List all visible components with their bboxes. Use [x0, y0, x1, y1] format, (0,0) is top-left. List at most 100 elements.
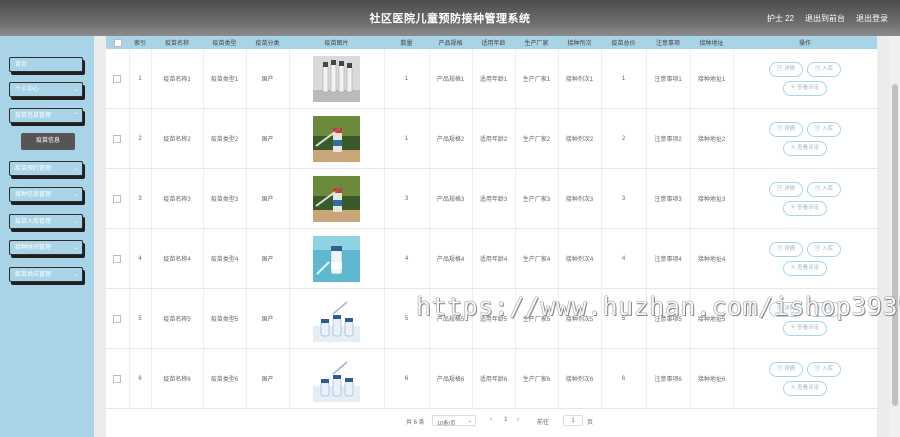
sidebar-item-home[interactable]: 首页 — [9, 57, 83, 72]
back-to-front-link[interactable]: 退出到前台 — [805, 13, 845, 24]
checkbox[interactable] — [113, 134, 122, 143]
sidebar-item-vaccination-manage[interactable]: 接种信息管理 ⌄ — [9, 187, 83, 202]
pagination-total: 共 6 条 — [406, 420, 425, 426]
checkbox[interactable] — [113, 254, 122, 263]
cell-type: 疫苗类型2 — [203, 108, 247, 169]
cell-category: 国产 — [246, 348, 290, 409]
stock-label: 入库 — [822, 245, 834, 252]
stock-label: 入库 — [822, 185, 834, 192]
checkbox[interactable] — [113, 374, 122, 383]
sidebar-item-appointment-manage[interactable]: 疫苗预约管理 ⌄ — [9, 161, 83, 176]
stock-label: 入库 — [822, 365, 834, 372]
cell-qty: 1 — [384, 108, 430, 169]
row-actions: ▤ 详情 ▤ 入库 ✎ 查看评论 — [733, 168, 878, 229]
table-row: 6 疫苗名称6 疫苗类型6 国产 6 产品规格6 适用年龄6 生产厂家6 接种剂次6 6 注意事项6… — [106, 348, 878, 409]
sidebar: 首页 个人中心 ⌄ 疫苗信息管理 ⌃ 疫苗信息 疫苗预约管理 ⌄ 接种信息管理 … — [0, 36, 94, 437]
view-reviews-button[interactable]: ✎ 查看评论 — [782, 380, 828, 396]
sidebar-item-personal-center[interactable]: 个人中心 ⌄ — [9, 82, 83, 97]
logout-link[interactable]: 退出登录 — [856, 13, 888, 24]
view-reviews-button[interactable]: ✎ 查看评论 — [782, 140, 828, 156]
checkbox[interactable] — [113, 314, 122, 323]
detail-button[interactable]: ▤ 详情 — [768, 361, 803, 377]
cell-dose: 接种剂次4 — [558, 228, 602, 289]
review-label: 查看评论 — [797, 84, 820, 91]
review-label: 查看评论 — [797, 264, 820, 271]
row-select-cell[interactable] — [106, 108, 130, 169]
table-row: 1 疫苗名称1 疫苗类型1 国产 1 产品规格1 适用年龄1 生产厂家1 接种剂次1 1 注意事项1… — [106, 49, 878, 109]
sidebar-item-vaccine-info-manage[interactable]: 疫苗信息管理 ⌃ — [9, 108, 83, 123]
sidebar-item-label: 个人中心 — [15, 87, 40, 93]
next-page-button[interactable]: › — [517, 417, 519, 423]
chevron-down-icon: ⌄ — [72, 166, 78, 172]
cell-name: 疫苗名称2 — [151, 108, 204, 169]
sidebar-item-label: 疫苗预约管理 — [15, 166, 52, 172]
checkbox[interactable] — [113, 74, 122, 83]
page-size-select[interactable]: 10条/页 ⌄ — [432, 415, 476, 427]
cell-index: 4 — [129, 228, 152, 289]
table-header-row: 索引 疫苗名称 疫苗类型 疫苗分类 疫苗图片 数量 产品规格 适用年龄 生产厂家… — [106, 36, 877, 49]
checkbox[interactable] — [113, 194, 122, 203]
sidebar-item-stock-manage[interactable]: 疫苗入库管理 ⌄ — [9, 214, 83, 229]
table-row: 4 疫苗名称4 疫苗类型4 国产 4 产品规格4 适用年龄4 生产厂家4 接种剂次4 4 注意事项4… — [106, 228, 878, 289]
sidebar-item-label: 首页 — [15, 62, 28, 68]
row-select-cell[interactable] — [106, 288, 130, 349]
page-number-current[interactable]: 1 — [504, 417, 507, 423]
vaccine-image — [313, 55, 360, 102]
page-size-value: 10条/页 — [437, 421, 456, 427]
list-icon: ▤ — [815, 125, 823, 132]
column-header: 接种剂次 — [558, 36, 601, 49]
cell-maker: 生产厂家2 — [515, 108, 559, 169]
detail-button[interactable]: ▤ 详情 — [768, 121, 803, 137]
stock-in-button[interactable]: ▤ 入库 — [807, 181, 842, 197]
view-reviews-button[interactable]: ✎ 查看评论 — [782, 320, 828, 336]
cell-age: 适用年龄2 — [472, 108, 516, 169]
main-content: 索引 疫苗名称 疫苗类型 疫苗分类 疫苗图片 数量 产品规格 适用年龄 生产厂家… — [94, 36, 900, 437]
cell-price: 6 — [601, 348, 647, 409]
detail-label: 详情 — [783, 245, 795, 252]
list-icon: ▤ — [776, 245, 784, 252]
sidebar-item-supply-manage[interactable]: 疫苗供应管理 ⌄ — [9, 267, 83, 282]
cell-age: 适用年龄1 — [472, 49, 516, 109]
detail-button[interactable]: ▤ 详情 — [768, 61, 803, 77]
row-select-cell[interactable] — [106, 49, 130, 109]
scrollbar-thumb[interactable] — [892, 84, 898, 406]
review-label: 查看评论 — [797, 384, 820, 391]
cell-qty: 1 — [384, 49, 430, 109]
stock-in-button[interactable]: ▤ 入库 — [807, 361, 842, 377]
vaccine-image-cell — [289, 168, 385, 229]
view-reviews-button[interactable]: ✎ 查看评论 — [782, 260, 828, 276]
column-header: 疫苗总价 — [601, 36, 646, 49]
cell-category: 国产 — [246, 228, 290, 289]
row-select-cell[interactable] — [106, 228, 130, 289]
cell-maker: 生产厂家3 — [515, 168, 559, 229]
row-select-cell[interactable] — [106, 348, 130, 409]
view-reviews-button[interactable]: ✎ 查看评论 — [782, 200, 828, 216]
column-header: 数量 — [384, 36, 429, 49]
detail-button[interactable]: ▤ 详情 — [768, 181, 803, 197]
column-header: 生产厂家 — [515, 36, 558, 49]
sidebar-subitem-vaccine-info[interactable]: 疫苗信息 — [21, 133, 75, 150]
cell-type: 疫苗类型5 — [203, 288, 247, 349]
cell-name: 疫苗名称6 — [151, 348, 204, 409]
row-actions: ▤ 详情 ▤ 入库 ✎ 查看评论 — [733, 228, 878, 289]
column-header: 疫苗图片 — [289, 36, 384, 49]
detail-button[interactable]: ▤ 详情 — [768, 241, 803, 257]
select-all-header[interactable] — [106, 36, 129, 49]
column-header: 疫苗类型 — [203, 36, 246, 49]
cell-index: 3 — [129, 168, 152, 229]
sidebar-item-schedule-manage[interactable]: 接种时间管理 ⌄ — [9, 240, 83, 255]
cell-notes: 注意事项6 — [646, 348, 691, 409]
stock-in-button[interactable]: ▤ 入库 — [807, 241, 842, 257]
cell-index: 6 — [129, 348, 152, 409]
checkbox[interactable] — [113, 38, 122, 47]
stock-in-button[interactable]: ▤ 入库 — [807, 121, 842, 137]
cell-maker: 生产厂家4 — [515, 228, 559, 289]
goto-page-input[interactable]: 1 — [563, 415, 583, 426]
cell-dose: 接种剂次6 — [558, 348, 602, 409]
list-icon: ▤ — [815, 185, 823, 192]
row-select-cell[interactable] — [106, 168, 130, 229]
stock-label: 入库 — [822, 125, 834, 132]
prev-page-button[interactable]: ‹ — [490, 417, 492, 423]
stock-in-button[interactable]: ▤ 入库 — [807, 61, 842, 77]
view-reviews-button[interactable]: ✎ 查看评论 — [782, 80, 828, 96]
